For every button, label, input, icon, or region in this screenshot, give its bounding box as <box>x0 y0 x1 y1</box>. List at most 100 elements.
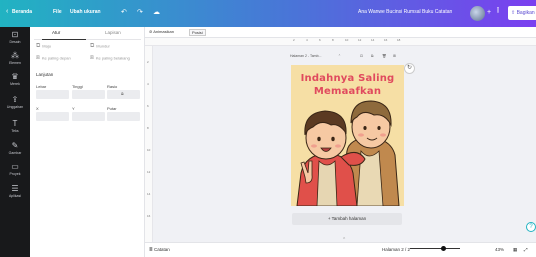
rail-item-elements[interactable]: ⁂ Elemen <box>0 51 30 65</box>
ruler-tick: 8 <box>147 126 149 130</box>
zoom-slider-track[interactable] <box>410 248 460 249</box>
undo-icon[interactable]: ↶ <box>121 8 127 16</box>
projects-icon: ▭ <box>11 162 19 171</box>
rail-label: Elemen <box>9 61 21 65</box>
lock-icon[interactable]: ⊡ <box>360 54 363 58</box>
x-label: X <box>36 106 39 111</box>
forward-label: Maju <box>42 43 51 49</box>
rail-label: Unggahan <box>6 105 24 109</box>
width-field[interactable] <box>36 90 69 99</box>
ratio-label: Rasio <box>107 84 118 89</box>
top-bar: ‹ Beranda File Ubah ukuran ↶ ↷ ☁ Ana Wan… <box>0 0 536 27</box>
rotate-field[interactable] <box>107 112 140 121</box>
animate-button[interactable]: ⊘ Animasikan <box>149 29 174 34</box>
draw-icon: ✎ <box>11 141 19 150</box>
rail-label: Aplikasi <box>8 194 22 198</box>
ruler-tick: 18 <box>397 38 401 42</box>
notes-button[interactable]: ≣ Catatan <box>149 247 170 253</box>
position-panel: Atur Lapisan ⧉ Maju ⧉ Mundur ⧈ Ke paling de… <box>30 27 145 257</box>
to-back-icon: ⧈ <box>90 55 94 61</box>
ruler-tick: 10 <box>345 38 349 42</box>
rail-item-apps[interactable]: ☰ Aplikasi <box>0 184 30 198</box>
zoom-level[interactable]: 43% <box>495 247 504 252</box>
rail-item-design[interactable]: ⊡ Desain <box>0 30 30 44</box>
to-back-button[interactable]: ⧈ Ke paling belakang <box>90 55 130 62</box>
poster-title-line2[interactable]: Memaafkan <box>291 86 404 97</box>
resize-button[interactable]: Ubah ukuran <box>70 9 101 15</box>
rail-label: Desain <box>9 40 21 44</box>
left-rail: ⊡ Desain ⁂ Elemen ♛ Merek ⇪ Unggahan T T… <box>0 27 30 257</box>
rail-item-text[interactable]: T Teks <box>0 119 30 133</box>
ruler-top: 2 4 6 8 10 12 14 16 18 <box>145 38 536 46</box>
poster-title-line1[interactable]: Indahnya Saling <box>291 73 404 84</box>
rail-item-projects[interactable]: ▭ Proyek <box>0 162 30 176</box>
y-label: Y <box>72 106 75 111</box>
width-label: Lebar <box>36 84 47 89</box>
ruler-tick: 16 <box>147 214 151 218</box>
design-page[interactable]: Indahnya Saling Memaafkan <box>291 65 404 206</box>
elements-icon: ⁂ <box>11 51 19 60</box>
ruler-tick: 8 <box>332 38 334 42</box>
height-label: Tinggi <box>72 84 83 89</box>
trash-icon[interactable]: 🗑︎ <box>382 54 386 58</box>
rail-label: Merek <box>10 82 20 86</box>
share-button[interactable]: ⇧ Bagikan <box>508 6 536 20</box>
text-icon: T <box>12 119 18 128</box>
rotate-label: Putar <box>107 106 117 111</box>
chevron-up-icon[interactable]: ⌃ <box>338 54 341 58</box>
help-icon[interactable]: ? <box>526 222 536 232</box>
y-field[interactable] <box>72 112 105 121</box>
x-field[interactable] <box>36 112 69 121</box>
rail-item-draw[interactable]: ✎ Gambar <box>0 141 30 155</box>
tab-arrange[interactable]: Atur <box>52 30 60 35</box>
add-collaborator-icon[interactable]: + <box>487 9 491 16</box>
backward-button[interactable]: ⧉ Mundur <box>90 43 110 50</box>
zoom-slider-handle[interactable] <box>441 246 446 251</box>
to-front-button[interactable]: ⧈ Ke paling depan <box>36 55 71 62</box>
ruler-tick: 16 <box>384 38 388 42</box>
ruler-tick: 2 <box>147 60 149 64</box>
add-page-icon[interactable]: ⊞ <box>393 54 396 58</box>
copy-icon[interactable]: ⧉ <box>371 54 374 58</box>
rail-item-uploads[interactable]: ⇪ Unggahan <box>0 95 30 109</box>
home-button[interactable]: Beranda <box>12 9 32 15</box>
notes-label: Catatan <box>154 247 170 252</box>
redo-icon[interactable]: ↷ <box>137 8 143 16</box>
file-menu[interactable]: File <box>53 9 62 15</box>
chart-icon[interactable]: ⫿ <box>497 8 499 15</box>
refresh-icon[interactable]: ↻ <box>404 63 415 74</box>
upload-icon: ⇪ <box>11 95 19 104</box>
ruler-tick: 10 <box>147 148 151 152</box>
active-tab-indicator <box>42 39 86 40</box>
apps-icon: ☰ <box>11 184 19 193</box>
rail-label: Teks <box>11 129 19 133</box>
grid-view-icon[interactable]: ▦ <box>513 247 517 253</box>
animate-label: Animasikan <box>153 29 174 34</box>
page-name[interactable]: Halaman 2 - Tamb... <box>290 54 321 58</box>
tab-layers[interactable]: Lapisan <box>105 30 121 35</box>
forward-icon: ⧉ <box>36 43 41 49</box>
chevron-left-icon[interactable]: ‹ <box>6 8 8 15</box>
forward-button[interactable]: ⧉ Maju <box>36 43 51 50</box>
avatar[interactable] <box>470 6 485 21</box>
ruler-tick: 14 <box>371 38 375 42</box>
lock-icon: 🔒︎ <box>121 91 124 97</box>
rail-label: Proyek <box>9 172 21 176</box>
document-title[interactable]: Ana Wanwe Bucinsi Rumsal Buku Catatan <box>358 9 452 15</box>
ruler-left: 2 4 6 8 10 12 14 16 <box>145 46 153 242</box>
brand-icon: ♛ <box>11 72 19 81</box>
position-button[interactable]: Posisi <box>189 29 206 36</box>
rail-item-brand[interactable]: ♛ Merek <box>0 72 30 86</box>
canvas-toolbar: ⊘ Animasikan Posisi <box>145 27 536 38</box>
height-field[interactable] <box>72 90 105 99</box>
fullscreen-icon[interactable]: ⤢ <box>524 247 528 252</box>
backward-icon: ⧉ <box>90 43 95 49</box>
to-front-icon: ⧈ <box>36 55 40 61</box>
page-indicator[interactable]: Halaman 2 / 2 <box>382 247 410 252</box>
to-back-label: Ke paling belakang <box>95 55 130 61</box>
rail-label: Gambar <box>8 151 22 155</box>
ruler-tick: 12 <box>358 38 362 42</box>
ruler-tick: 4 <box>306 38 308 42</box>
ruler-tick: 4 <box>147 82 149 86</box>
add-page-button[interactable]: + Tambah halaman <box>292 213 402 225</box>
